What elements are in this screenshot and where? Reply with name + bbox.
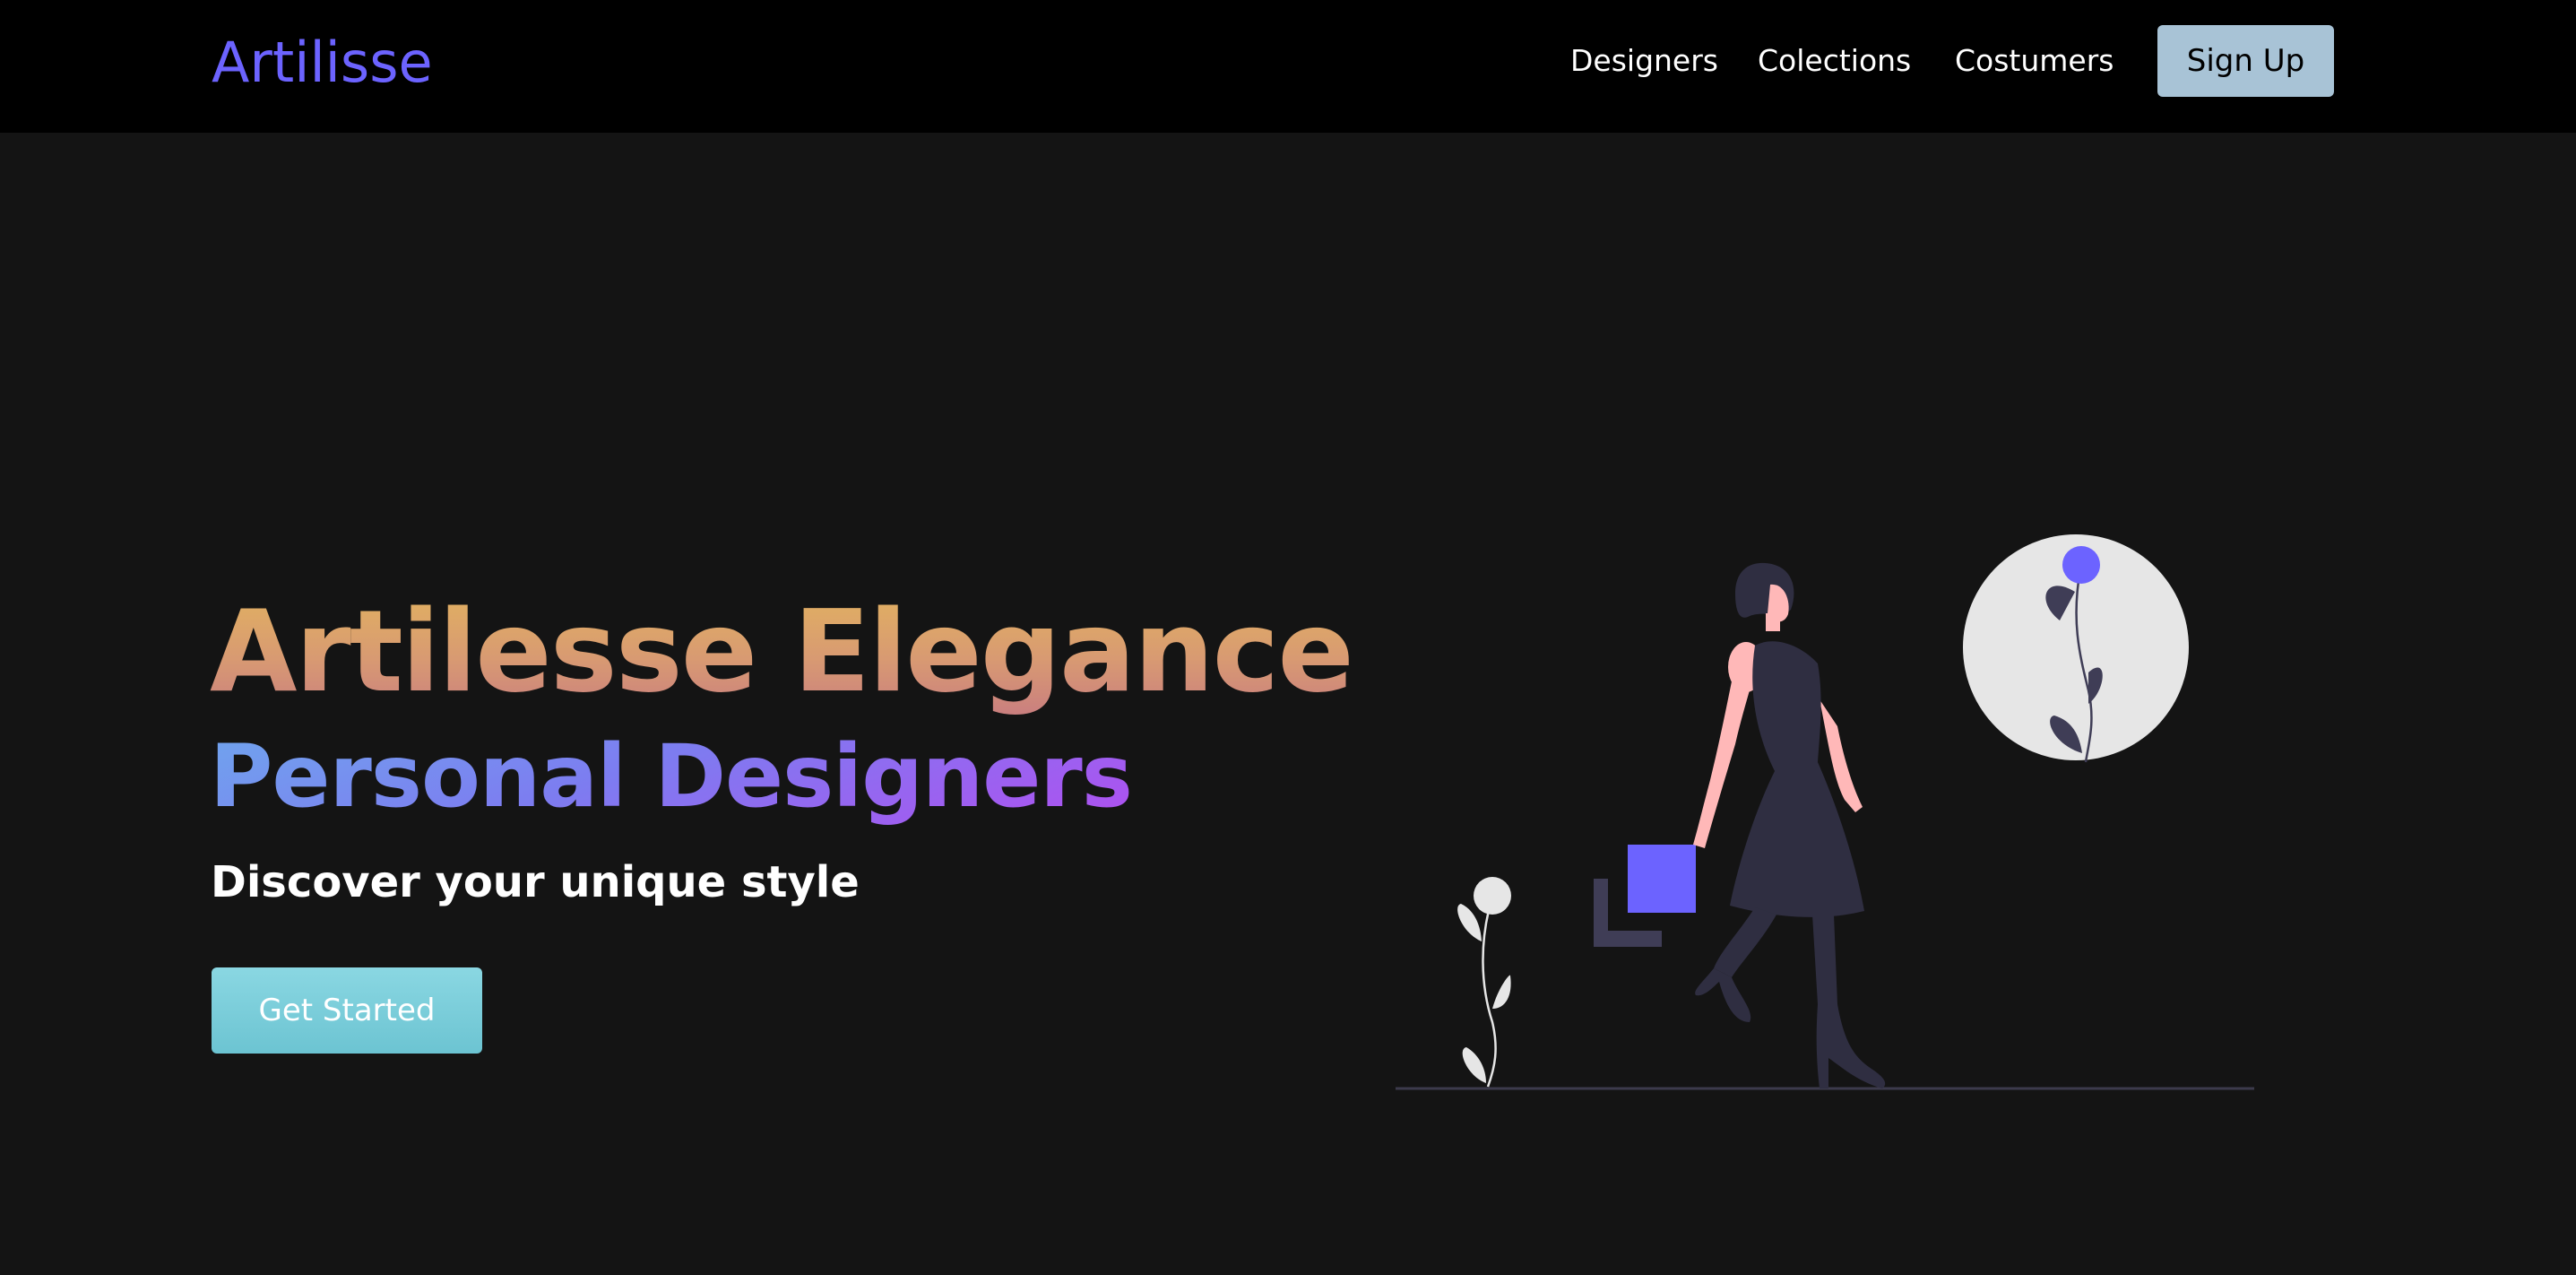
sign-up-button[interactable]: Sign Up xyxy=(2157,25,2334,97)
nav-link-designers[interactable]: Designers xyxy=(1570,41,1718,81)
get-started-button[interactable]: Get Started xyxy=(212,967,482,1054)
woman-figure-icon xyxy=(1693,562,1886,1089)
moon-flower-icon xyxy=(1963,534,2189,763)
nav-link-collections[interactable]: Colections xyxy=(1758,41,1911,81)
brand-logo[interactable]: Artilisse xyxy=(212,27,433,99)
hero-tagline: Discover your unique style xyxy=(211,857,860,907)
woman-walking-illustration xyxy=(1396,534,2254,1090)
hero-subtitle: Personal Designers xyxy=(210,723,1133,830)
shopping-bag-icon xyxy=(1594,845,1696,947)
top-navbar: Artilisse Designers Colections Costumers… xyxy=(0,0,2576,133)
nav-link-customers[interactable]: Costumers xyxy=(1955,41,2114,81)
white-plant-icon xyxy=(1457,877,1511,1088)
hero-title: Artilesse Elegance xyxy=(210,585,1354,717)
